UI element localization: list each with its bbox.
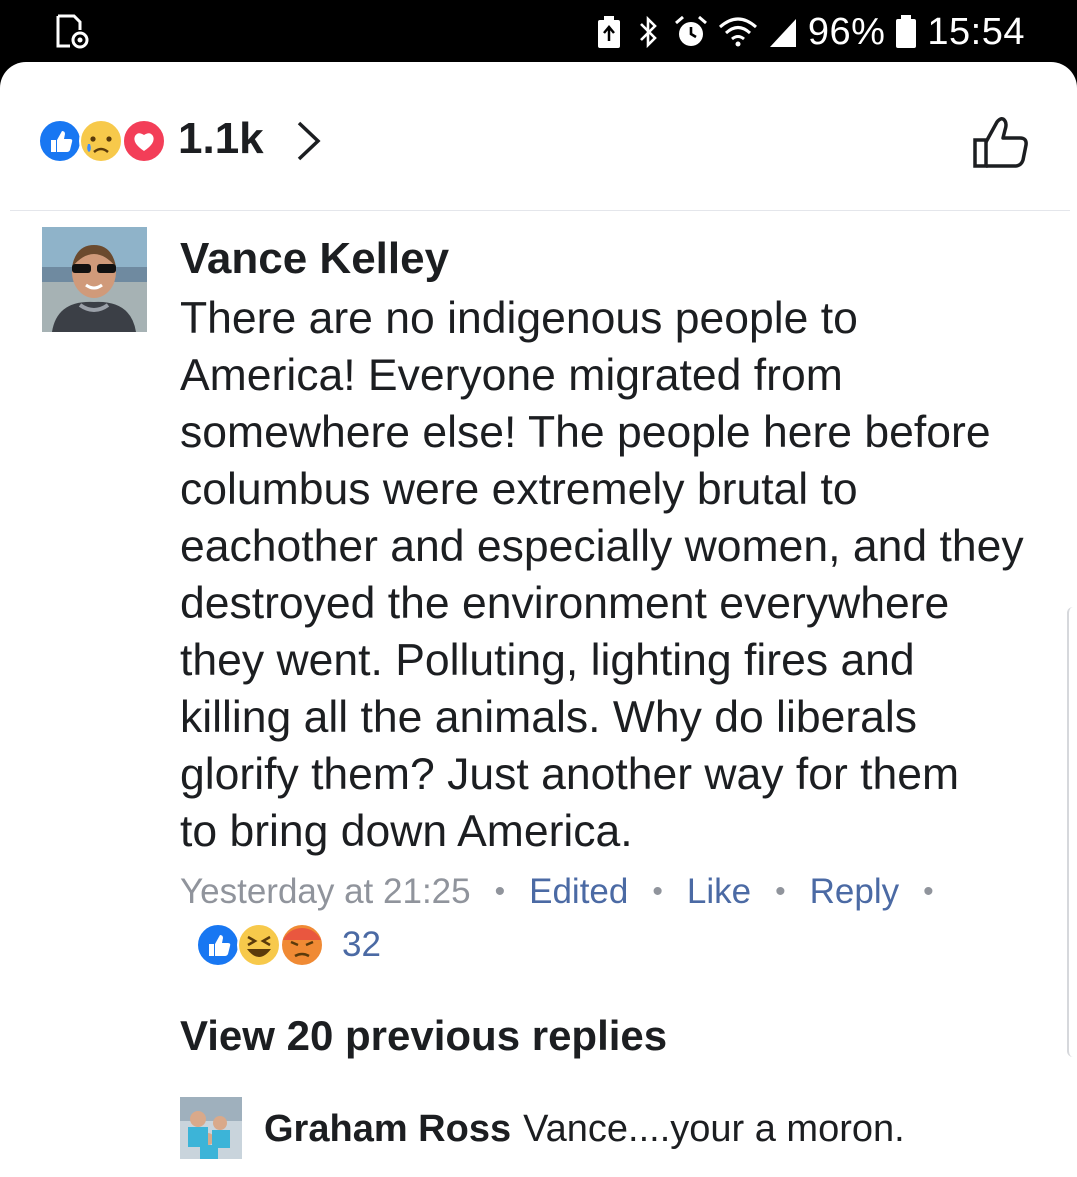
reply-link[interactable]: Reply (810, 872, 899, 912)
status-bar: 96% 15:54 (0, 0, 1077, 64)
edited-link[interactable]: Edited (529, 872, 628, 912)
haha-reaction-icon (237, 923, 281, 967)
comment-timestamp[interactable]: Yesterday at 21:25 (180, 872, 471, 912)
status-icons: 96% 15:54 (594, 10, 1025, 54)
comment-actions: Yesterday at 21:25 • Edited • Like • Rep… (180, 868, 958, 916)
sad-reaction-icon (79, 119, 123, 163)
battery-saver-icon (597, 16, 620, 48)
clock: 15:54 (927, 10, 1025, 53)
reply-text: Vance....your a moron. (523, 1108, 905, 1150)
bluetooth-icon (639, 15, 657, 49)
view-previous-replies-link[interactable]: View 20 previous replies (180, 1012, 667, 1060)
like-reaction-icon (196, 923, 240, 967)
separator-dot: • (923, 875, 934, 908)
alarm-icon (674, 15, 707, 46)
signal-icon (769, 19, 796, 47)
angry-reaction-icon (280, 923, 324, 967)
thumbs-up-icon (973, 117, 1028, 168)
reactions-summary-bar[interactable]: 1.1k (0, 62, 1077, 210)
comment-reaction-icons[interactable] (196, 922, 326, 968)
reply-comment: Graham Ross Vance....your a moron. (264, 1108, 905, 1151)
comment-reactions-count[interactable]: 32 (342, 925, 381, 965)
reactions-count[interactable]: 1.1k (178, 114, 264, 164)
avatar[interactable] (42, 227, 147, 332)
divider (10, 210, 1070, 211)
battery-percent: 96% (807, 10, 886, 53)
screenshot-icon (56, 14, 89, 49)
comment-author[interactable]: Vance Kelley (180, 234, 449, 284)
like-link[interactable]: Like (687, 872, 751, 912)
comment-text: There are no indigenous people to Americ… (180, 294, 1024, 856)
reactions-summary-icons[interactable] (38, 118, 168, 164)
comment-reactions[interactable]: 32 (196, 922, 381, 968)
separator-dot: • (494, 875, 506, 908)
chevron-right-icon[interactable] (296, 120, 322, 162)
battery-icon (896, 15, 917, 48)
separator-dot: • (775, 875, 786, 908)
wifi-icon (718, 17, 757, 47)
separator-dot: • (652, 875, 663, 908)
scrollbar[interactable] (1067, 607, 1077, 1057)
like-reaction-icon (38, 119, 82, 163)
reply-avatar[interactable] (180, 1097, 242, 1159)
comments-sheet: 1.1k Vance Kelley There are no indigenou… (0, 62, 1077, 1177)
love-reaction-icon (122, 119, 166, 163)
reply-author[interactable]: Graham Ross (264, 1108, 511, 1150)
like-button[interactable] (972, 114, 1030, 170)
